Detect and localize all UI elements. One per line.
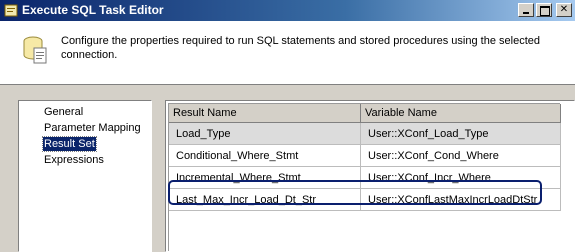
database-script-icon xyxy=(23,36,47,64)
cell-result-name[interactable]: Incremental_Where_Stmt xyxy=(169,167,361,189)
maximize-button[interactable] xyxy=(536,3,552,17)
cell-variable-name[interactable]: User::XConf_Cond_Where xyxy=(361,145,561,167)
cell-variable-name[interactable]: User::XConf_Load_Type xyxy=(361,123,561,145)
title-bar[interactable]: Execute SQL Task Editor ✕ xyxy=(0,0,575,21)
grid-body: Result Name Variable Name Load_Type User… xyxy=(168,103,561,251)
cell-variable-name[interactable]: User::XConfLastMaxIncrLoadDtStr xyxy=(361,189,561,211)
cell-result-name[interactable]: Load_Type xyxy=(169,123,361,145)
result-set-grid: Result Name Variable Name Load_Type User… xyxy=(165,100,575,252)
minimize-button[interactable] xyxy=(518,3,534,17)
cell-variable-name[interactable]: User::XConf_Incr_Where xyxy=(361,167,561,189)
nav-item-expressions[interactable]: Expressions xyxy=(43,153,105,167)
nav-item-result-set[interactable]: Result Set xyxy=(42,136,97,152)
window-title: Execute SQL Task Editor xyxy=(22,3,164,17)
nav-item-general[interactable]: General xyxy=(43,105,84,119)
ssis-task-icon xyxy=(4,4,18,17)
navigation-panel: General Parameter Mapping Result Set Exp… xyxy=(18,100,152,252)
header-description: Configure the properties required to run… xyxy=(61,35,540,61)
dialog-header: Configure the properties required to run… xyxy=(0,21,575,85)
column-header-variable-name[interactable]: Variable Name xyxy=(361,104,561,123)
close-button[interactable]: ✕ xyxy=(556,3,572,17)
column-header-result-name[interactable]: Result Name xyxy=(169,104,361,123)
cell-result-name[interactable]: Last_Max_Incr_Load_Dt_Str xyxy=(169,189,361,211)
nav-item-parameter-mapping[interactable]: Parameter Mapping xyxy=(43,121,142,135)
cell-result-name[interactable]: Conditional_Where_Stmt xyxy=(169,145,361,167)
